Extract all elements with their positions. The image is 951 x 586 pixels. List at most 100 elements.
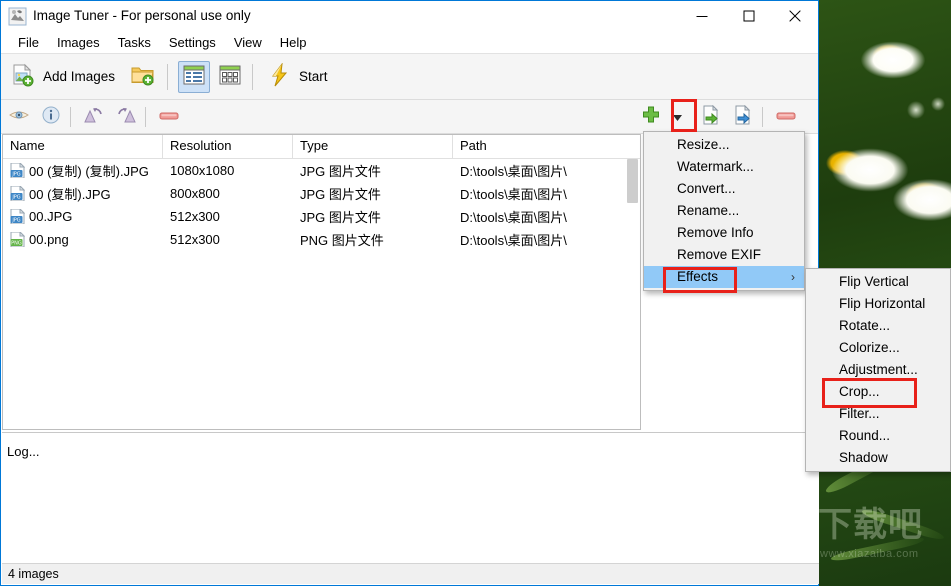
menu-item-convert[interactable]: Convert...	[644, 178, 804, 200]
menu-item-flip-horizontal[interactable]: Flip Horizontal	[806, 293, 950, 315]
cell-resolution: 512x300	[170, 209, 220, 224]
toolbar-separator	[167, 63, 169, 90]
status-image-count: 4 images	[8, 567, 59, 581]
start-button[interactable]: Start	[263, 58, 334, 95]
toolbar-separator	[145, 106, 146, 127]
title-bar: Image Tuner - For personal use only	[1, 1, 818, 31]
details-view-button[interactable]	[178, 60, 211, 93]
thumbnail-view-button[interactable]	[214, 61, 246, 93]
menu-item-flip-vertical[interactable]: Flip Vertical	[806, 271, 950, 293]
menu-file[interactable]: File	[9, 33, 48, 52]
info-button[interactable]	[37, 104, 65, 129]
menu-item-colorize[interactable]: Colorize...	[806, 337, 950, 359]
menu-item-crop[interactable]: Crop...	[806, 381, 950, 403]
maximize-button[interactable]	[726, 1, 772, 31]
menu-view[interactable]: View	[225, 33, 271, 52]
add-image-icon	[11, 63, 35, 90]
rotate-left-button[interactable]	[80, 104, 108, 129]
cell-resolution: 800x800	[170, 186, 220, 201]
export-task-icon	[733, 104, 753, 128]
cell-resolution: 1080x1080	[170, 163, 235, 178]
cell-path: D:\tools\桌面\图片\	[460, 210, 567, 225]
menu-item-shadow[interactable]: Shadow	[806, 447, 950, 469]
menu-item-remove-exif[interactable]: Remove EXIF	[644, 244, 804, 266]
table-row[interactable]: JPG 00 (复制).JPG 800x800 JPG 图片文件 D:\tool…	[3, 182, 640, 205]
rotate-left-icon	[83, 106, 105, 127]
thumbnail-view-icon	[219, 65, 241, 88]
file-name: 00 (复制).JPG	[29, 187, 111, 202]
image-list[interactable]: Name Resolution Type Path JPG 00 (复制) (复…	[2, 134, 641, 430]
preview-button[interactable]	[5, 104, 33, 129]
cell-path: D:\tools\桌面\图片\	[460, 164, 567, 179]
cell-name: PNG 00.png	[3, 232, 163, 247]
scrollbar-thumb[interactable]	[627, 159, 638, 203]
cell-type: JPG 图片文件	[300, 164, 381, 179]
menu-item-effects[interactable]: Effects ›	[644, 266, 804, 288]
menu-item-rename[interactable]: Rename...	[644, 200, 804, 222]
png-file-icon: PNG	[10, 232, 26, 247]
minimize-button[interactable]	[679, 1, 725, 31]
svg-text:PNG: PNG	[11, 241, 22, 247]
add-images-button[interactable]: Add Images	[5, 58, 121, 95]
jpg-file-icon: JPG	[10, 184, 26, 202]
import-task-icon	[701, 104, 721, 128]
table-row[interactable]: PNG 00.png 512x300 PNG 图片文件 D:\tools\桌面\…	[3, 228, 640, 251]
menu-help[interactable]: Help	[271, 33, 316, 52]
column-header-name[interactable]: Name	[3, 135, 163, 158]
delete-task-button[interactable]	[772, 104, 800, 129]
toolbar-separator	[252, 63, 254, 90]
toolbar-separator	[762, 106, 763, 127]
main-toolbar: Add Images Start	[1, 53, 818, 100]
menu-tasks[interactable]: Tasks	[109, 33, 160, 52]
add-task-button[interactable]	[637, 104, 665, 129]
list-header-row: Name Resolution Type Path	[3, 135, 640, 159]
effects-submenu[interactable]: Flip Vertical Flip Horizontal Rotate... …	[805, 268, 951, 472]
close-button[interactable]	[772, 1, 818, 31]
cell-name: JPG 00 (复制).JPG	[3, 184, 163, 203]
export-task-button[interactable]	[729, 104, 757, 129]
menu-item-remove-info[interactable]: Remove Info	[644, 222, 804, 244]
column-header-resolution[interactable]: Resolution	[163, 135, 293, 158]
svg-text:JPG: JPG	[11, 195, 20, 201]
column-header-path[interactable]: Path	[453, 135, 638, 158]
menu-settings[interactable]: Settings	[160, 33, 225, 52]
add-folder-button[interactable]	[125, 58, 161, 95]
cell-type: JPG 图片文件	[300, 187, 381, 202]
rotate-right-button[interactable]	[112, 104, 140, 129]
svg-text:JPG: JPG	[11, 172, 20, 178]
rotate-right-icon	[115, 106, 137, 127]
table-row[interactable]: JPG 00.JPG 512x300 JPG 图片文件 D:\tools\桌面\…	[3, 205, 640, 228]
cell-name: JPG 00.JPG	[3, 209, 163, 224]
log-label: Log...	[7, 444, 40, 459]
chevron-right-icon: ›	[791, 270, 795, 284]
eye-icon	[9, 108, 29, 125]
menu-item-watermark[interactable]: Watermark...	[644, 156, 804, 178]
cell-type: PNG 图片文件	[300, 233, 384, 248]
menu-item-resize[interactable]: Resize...	[644, 134, 804, 156]
column-header-type[interactable]: Type	[293, 135, 453, 158]
task-context-menu[interactable]: Resize... Watermark... Convert... Rename…	[643, 131, 805, 291]
import-task-button[interactable]	[697, 104, 725, 129]
details-view-icon	[183, 65, 205, 88]
jpg-file-icon: JPG	[10, 209, 26, 224]
window-title: Image Tuner - For personal use only	[33, 8, 251, 23]
delete-task-icon	[776, 109, 796, 124]
cell-path: D:\tools\桌面\图片\	[460, 233, 567, 248]
menu-item-round[interactable]: Round...	[806, 425, 950, 447]
plus-icon	[642, 106, 660, 127]
menu-item-adjustment[interactable]: Adjustment...	[806, 359, 950, 381]
remove-image-button[interactable]	[155, 104, 183, 129]
cell-name: JPG 00 (复制) (复制).JPG	[3, 161, 163, 180]
add-task-dropdown-button[interactable]	[667, 104, 687, 129]
add-folder-icon	[131, 64, 155, 89]
menu-item-effects-label: Effects	[677, 269, 719, 284]
table-row[interactable]: JPG 00 (复制) (复制).JPG 1080x1080 JPG 图片文件 …	[3, 159, 640, 182]
menu-item-rotate[interactable]: Rotate...	[806, 315, 950, 337]
list-scrollbar[interactable]	[626, 159, 639, 429]
info-icon	[42, 106, 60, 127]
menu-images[interactable]: Images	[48, 33, 109, 52]
cell-type: JPG 图片文件	[300, 210, 381, 225]
app-icon	[8, 7, 27, 26]
menu-item-filter[interactable]: Filter...	[806, 403, 950, 425]
log-panel: Log...	[2, 432, 819, 565]
